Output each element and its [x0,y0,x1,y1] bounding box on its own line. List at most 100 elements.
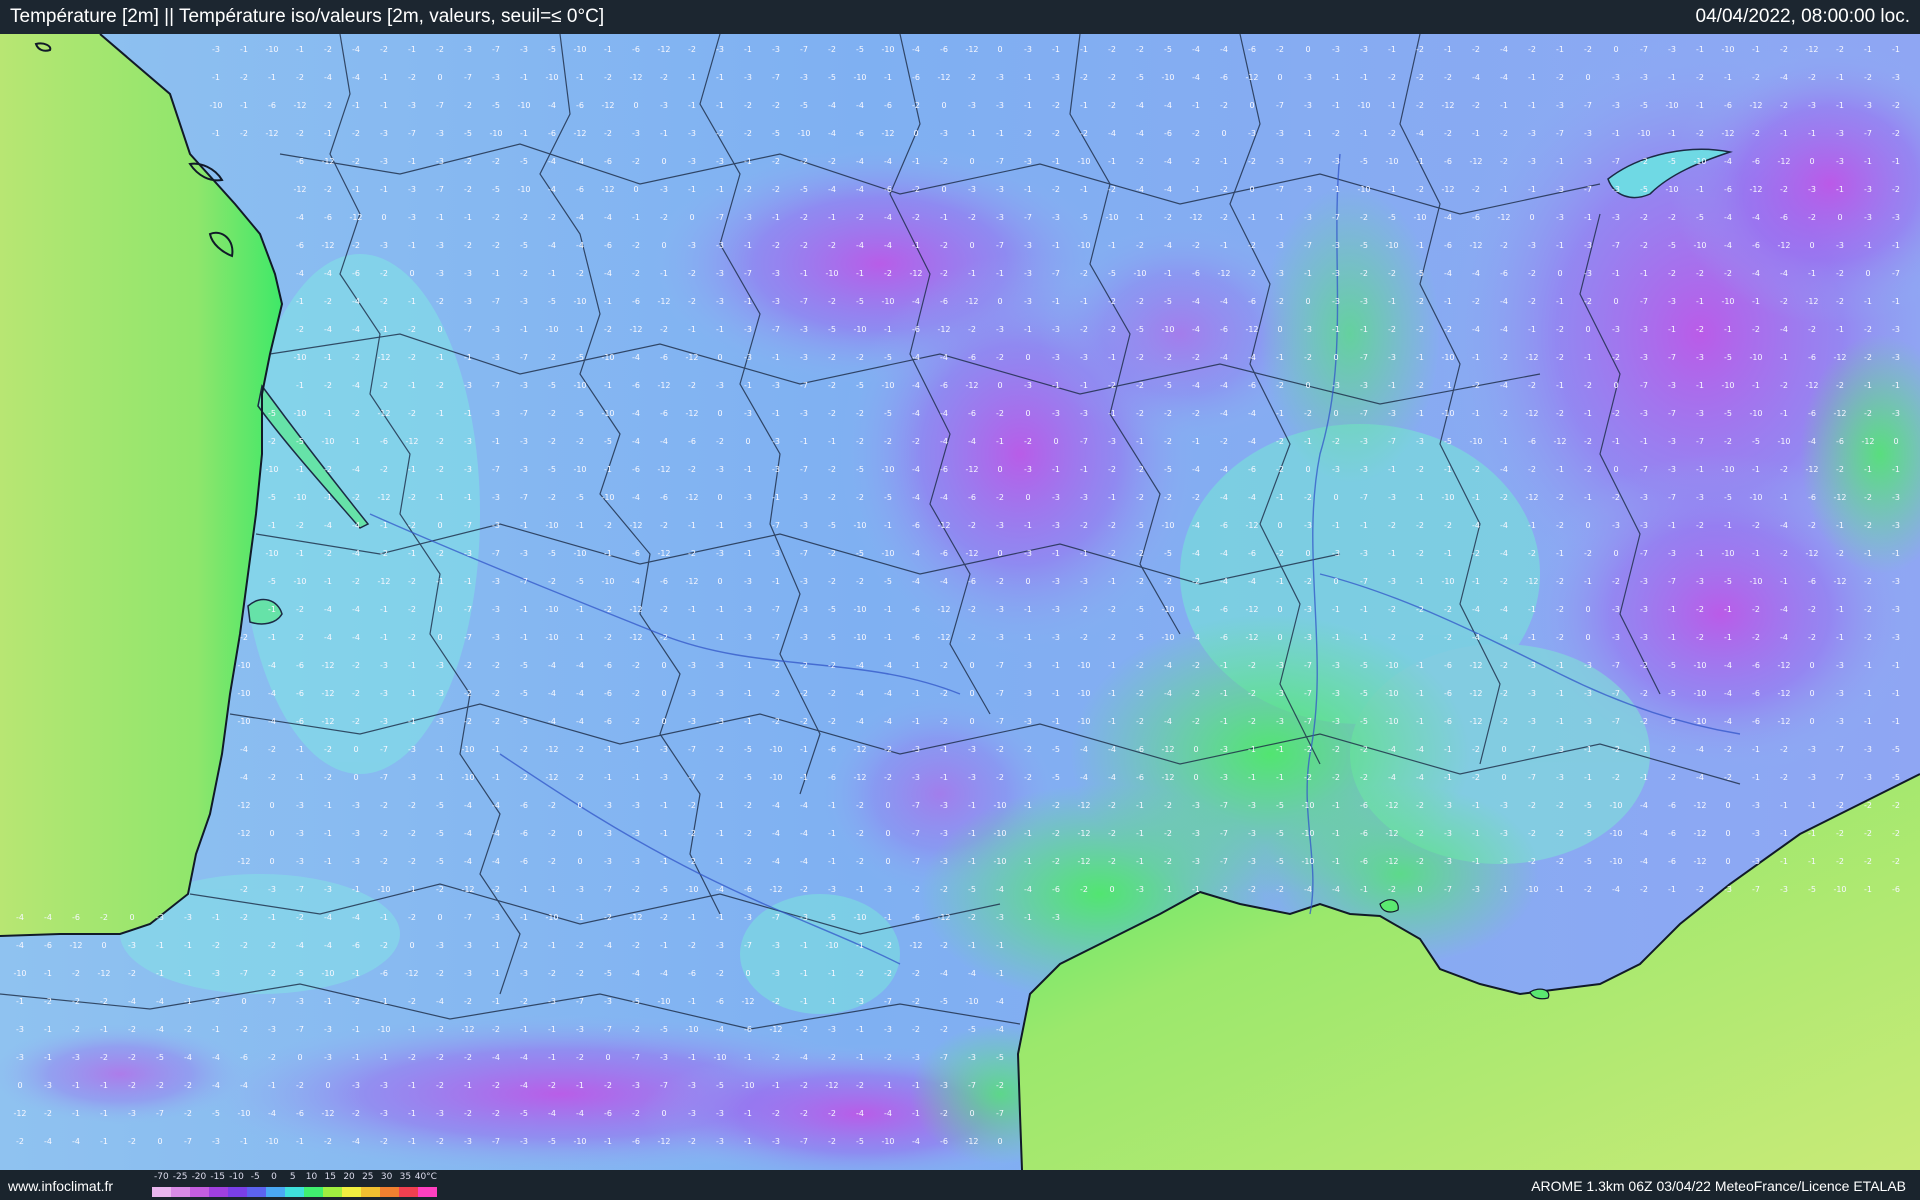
value-label: -1 [1332,521,1340,530]
value-label: -2 [1220,185,1228,194]
value-label: -3 [520,969,528,978]
value-label: -4 [1808,437,1816,446]
site-link[interactable]: www.infoclimat.fr [8,1178,113,1194]
value-label: -2 [912,969,920,978]
value-label: -2 [688,297,696,306]
value-label: -3 [436,157,444,166]
value-label: -10 [685,885,698,894]
value-label: -2 [884,773,892,782]
value-label: -3 [1836,241,1844,250]
value-label: -3 [1472,885,1480,894]
value-label: -2 [1640,157,1648,166]
value-label: -1 [940,213,948,222]
value-label: -7 [968,1081,976,1090]
legend-swatch [361,1187,380,1197]
value-label: -1 [1864,297,1872,306]
value-label: -3 [1276,689,1284,698]
value-label: -2 [1472,185,1480,194]
value-label: -1 [1444,297,1452,306]
value-label: -2 [800,1025,808,1034]
temperature-map[interactable]: -3 -1 -10 -1 -2 -4 -2 -1 -2 -3 -7 -3 -5 -10 -1 -6 -12 -2-… [0,34,1920,1170]
value-label: -2 [436,381,444,390]
value-label: -1 [408,885,416,894]
value-label: -4 [1472,325,1480,334]
value-label: -2 [1780,101,1788,110]
value-label: -2 [1080,885,1088,894]
value-label: -2 [688,465,696,474]
value-label: -1 [1836,185,1844,194]
value-label: -1 [408,1137,416,1146]
value-label: -5 [1136,633,1144,642]
value-label: -12 [1833,409,1846,418]
value-label: -7 [996,1109,1004,1118]
value-label: -1 [828,997,836,1006]
value-label: -1 [1892,465,1900,474]
value-label: -10 [265,45,278,54]
value-label: -1 [912,689,920,698]
value-label: -2 [1108,297,1116,306]
value-label: -2 [1556,857,1564,866]
value-label: -2 [856,857,864,866]
value-label: -2 [1864,493,1872,502]
value-label: -10 [601,493,614,502]
value-label: -2 [1416,101,1424,110]
value-label: -2 [1472,465,1480,474]
value-label: -10 [265,1137,278,1146]
value-label: -1 [604,773,612,782]
value-label: -2 [1556,521,1564,530]
value-label: -2 [1528,829,1536,838]
value-label: 0 [745,437,750,446]
value-label: -4 [1724,717,1732,726]
value-label: -2 [1360,213,1368,222]
value-label: -1 [1696,549,1704,558]
value-label: -2 [1752,605,1760,614]
value-label: -6 [632,381,640,390]
value-label: -1 [1276,577,1284,586]
value-label: -1 [1416,157,1424,166]
value-label: -12 [965,381,978,390]
value-label: -6 [1668,857,1676,866]
value-label: -2 [1836,549,1844,558]
value-label: -7 [1556,129,1564,138]
value-label: -10 [1469,437,1482,446]
value-label: -10 [741,1081,754,1090]
value-label: -1 [1416,409,1424,418]
value-label: -3 [380,689,388,698]
value-label: -3 [1556,745,1564,754]
value-label: -3 [1640,605,1648,614]
value-label: -4 [324,633,332,642]
legend-tick: 25 [362,1172,374,1182]
value-label: -1 [1220,661,1228,670]
value-label: -3 [1304,633,1312,642]
value-label: -2 [912,885,920,894]
value-label: -12 [1777,157,1790,166]
value-label: -1 [1864,465,1872,474]
value-label: -3 [1584,689,1592,698]
value-label: -4 [212,1081,220,1090]
value-label: -1 [268,521,276,530]
value-label: -2 [464,241,472,250]
value-label: -2 [1808,521,1816,530]
value-label: 0 [1305,45,1310,54]
value-label: -10 [1609,857,1622,866]
value-label: -1 [604,381,612,390]
value-label: -2 [128,1025,136,1034]
value-label: -2 [716,773,724,782]
value-label: -2 [380,297,388,306]
value-label: -3 [1388,493,1396,502]
value-label: -5 [660,1025,668,1034]
value-label: -12 [1189,213,1202,222]
value-label: -3 [408,773,416,782]
value-label: -3 [576,885,584,894]
value-label: -3 [660,101,668,110]
value-label: -2 [436,1081,444,1090]
value-label: -3 [464,969,472,978]
value-label: -3 [380,157,388,166]
value-label: -3 [800,493,808,502]
value-label: -1 [576,913,584,922]
value-label: -10 [1721,549,1734,558]
value-label: -1 [1080,465,1088,474]
value-label: -10 [1441,409,1454,418]
value-label: 0 [1277,73,1282,82]
value-label: -2 [772,661,780,670]
